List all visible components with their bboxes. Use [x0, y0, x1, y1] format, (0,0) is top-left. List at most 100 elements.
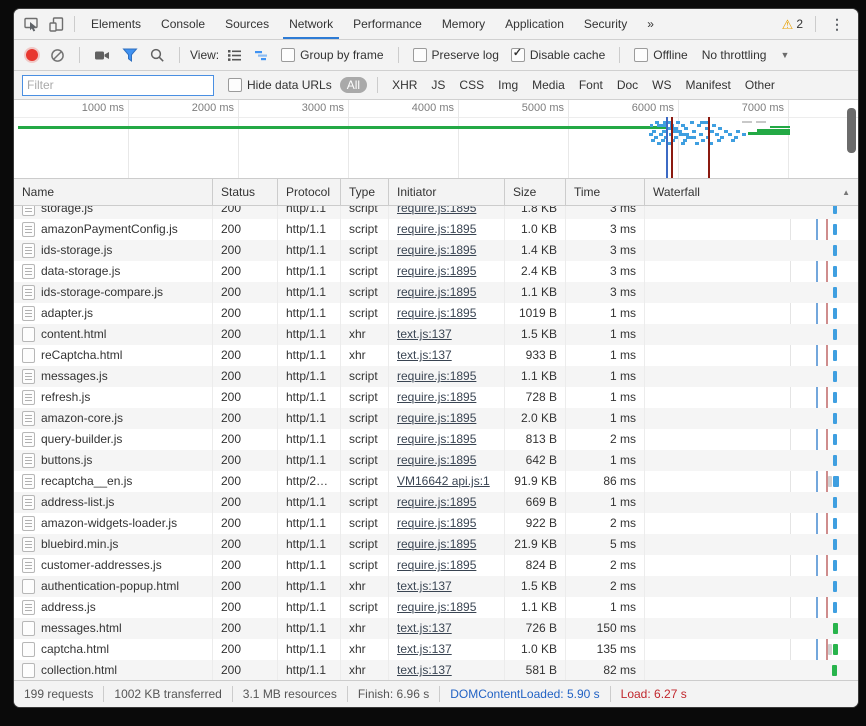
request-initiator-link[interactable]: text.js:137	[397, 579, 452, 593]
request-initiator-link[interactable]: require.js:1895	[397, 243, 476, 257]
column-header-protocol[interactable]: Protocol	[278, 179, 341, 205]
screenshot-camera-icon[interactable]	[90, 43, 114, 67]
inspect-element-icon[interactable]	[20, 13, 44, 35]
request-row[interactable]: messages.html 200 http/1.1 xhr text.js:1…	[14, 618, 858, 639]
tab-sources[interactable]: Sources	[215, 9, 279, 39]
filter-type-js[interactable]: JS	[431, 78, 445, 92]
request-waterfall	[645, 534, 858, 555]
request-row[interactable]: ids-storage.js 200 http/1.1 script requi…	[14, 240, 858, 261]
request-status: 200	[213, 387, 278, 408]
request-rows: storage.js 200 http/1.1 script require.j…	[14, 206, 858, 680]
request-row[interactable]: data-storage.js 200 http/1.1 script requ…	[14, 261, 858, 282]
tab-application[interactable]: Application	[495, 9, 574, 39]
column-header-waterfall[interactable]: Waterfall ▲	[645, 179, 858, 205]
request-row[interactable]: recaptcha__en.js 200 http/2… script VM16…	[14, 471, 858, 492]
request-initiator-link[interactable]: require.js:1895	[397, 411, 476, 425]
offline-checkbox[interactable]: Offline	[630, 48, 691, 62]
request-initiator-link[interactable]: text.js:137	[397, 327, 452, 341]
tab-elements[interactable]: Elements	[81, 9, 151, 39]
request-row[interactable]: address-list.js 200 http/1.1 script requ…	[14, 492, 858, 513]
request-row[interactable]: address.js 200 http/1.1 script require.j…	[14, 597, 858, 618]
request-initiator-link[interactable]: require.js:1895	[397, 516, 476, 530]
filter-type-all[interactable]: All	[340, 77, 367, 93]
request-initiator-link[interactable]: VM16642 api.js:1	[397, 474, 490, 488]
column-header-name[interactable]: Name	[14, 179, 213, 205]
filter-type-doc[interactable]: Doc	[617, 78, 638, 92]
filter-type-font[interactable]: Font	[579, 78, 603, 92]
request-row[interactable]: amazon-widgets-loader.js 200 http/1.1 sc…	[14, 513, 858, 534]
clear-button[interactable]	[46, 43, 69, 67]
filter-type-media[interactable]: Media	[532, 78, 565, 92]
request-initiator-link[interactable]: require.js:1895	[397, 206, 476, 215]
request-row[interactable]: amazonPaymentConfig.js 200 http/1.1 scri…	[14, 219, 858, 240]
request-initiator-link[interactable]: require.js:1895	[397, 369, 476, 383]
request-initiator-link[interactable]: require.js:1895	[397, 306, 476, 320]
request-status: 200	[213, 576, 278, 597]
request-initiator-link[interactable]: require.js:1895	[397, 600, 476, 614]
request-row[interactable]: reCaptcha.html 200 http/1.1 xhr text.js:…	[14, 345, 858, 366]
column-header-size[interactable]: Size	[505, 179, 566, 205]
preserve-log-checkbox[interactable]: Preserve log	[409, 48, 503, 62]
request-row[interactable]: messages.js 200 http/1.1 script require.…	[14, 366, 858, 387]
request-row[interactable]: content.html 200 http/1.1 xhr text.js:13…	[14, 324, 858, 345]
tab-console[interactable]: Console	[151, 9, 215, 39]
tab-memory[interactable]: Memory	[432, 9, 495, 39]
request-initiator-link[interactable]: text.js:137	[397, 348, 452, 362]
filter-type-xhr[interactable]: XHR	[392, 78, 417, 92]
request-initiator-link[interactable]: require.js:1895	[397, 537, 476, 551]
network-overview-timeline[interactable]: 1000 ms2000 ms3000 ms4000 ms5000 ms6000 …	[14, 100, 858, 179]
column-header-type[interactable]: Type	[341, 179, 389, 205]
large-rows-toggle-icon[interactable]	[223, 43, 246, 67]
request-initiator-link[interactable]: require.js:1895	[397, 495, 476, 509]
filter-type-css[interactable]: CSS	[459, 78, 484, 92]
kebab-menu-icon[interactable]: ⋮	[822, 16, 852, 33]
column-header-status[interactable]: Status	[213, 179, 278, 205]
request-initiator-link[interactable]: require.js:1895	[397, 222, 476, 236]
file-icon	[22, 642, 35, 657]
scrollbar-thumb[interactable]	[847, 108, 856, 153]
request-initiator-link[interactable]: text.js:137	[397, 642, 452, 656]
request-initiator-link[interactable]: require.js:1895	[397, 432, 476, 446]
filter-type-ws[interactable]: WS	[652, 78, 671, 92]
request-row[interactable]: ids-storage-compare.js 200 http/1.1 scri…	[14, 282, 858, 303]
column-header-time[interactable]: Time	[566, 179, 645, 205]
request-row[interactable]: storage.js 200 http/1.1 script require.j…	[14, 206, 858, 219]
request-time: 5 ms	[566, 534, 645, 555]
column-header-initiator[interactable]: Initiator	[389, 179, 505, 205]
filter-input[interactable]	[22, 75, 214, 96]
more-tabs-chevron[interactable]: »	[637, 9, 664, 39]
request-initiator-link[interactable]: require.js:1895	[397, 558, 476, 572]
disable-cache-checkbox[interactable]: Disable cache	[507, 48, 609, 62]
overview-toggle-icon[interactable]	[250, 43, 273, 67]
request-row[interactable]: customer-addresses.js 200 http/1.1 scrip…	[14, 555, 858, 576]
request-row[interactable]: bluebird.min.js 200 http/1.1 script requ…	[14, 534, 858, 555]
request-row[interactable]: query-builder.js 200 http/1.1 script req…	[14, 429, 858, 450]
record-button[interactable]	[22, 43, 42, 67]
request-row[interactable]: authentication-popup.html 200 http/1.1 x…	[14, 576, 858, 597]
throttling-dropdown[interactable]: No throttling ▼	[696, 48, 796, 62]
filter-type-other[interactable]: Other	[745, 78, 775, 92]
device-toolbar-icon[interactable]	[44, 13, 68, 35]
group-by-frame-checkbox[interactable]: Group by frame	[277, 48, 387, 62]
request-initiator-link[interactable]: require.js:1895	[397, 453, 476, 467]
filter-type-manifest[interactable]: Manifest	[686, 78, 731, 92]
request-initiator-link[interactable]: text.js:137	[397, 621, 452, 635]
request-initiator-link[interactable]: text.js:137	[397, 663, 452, 677]
request-row[interactable]: refresh.js 200 http/1.1 script require.j…	[14, 387, 858, 408]
request-initiator-link[interactable]: require.js:1895	[397, 264, 476, 278]
filter-funnel-icon[interactable]	[118, 43, 142, 67]
request-row[interactable]: captcha.html 200 http/1.1 xhr text.js:13…	[14, 639, 858, 660]
request-row[interactable]: collection.html 200 http/1.1 xhr text.js…	[14, 660, 858, 680]
hide-data-urls-checkbox[interactable]: Hide data URLs	[224, 78, 336, 92]
search-icon[interactable]	[146, 43, 169, 67]
request-row[interactable]: adapter.js 200 http/1.1 script require.j…	[14, 303, 858, 324]
filter-type-img[interactable]: Img	[498, 78, 518, 92]
tab-security[interactable]: Security	[574, 9, 637, 39]
request-row[interactable]: amazon-core.js 200 http/1.1 script requi…	[14, 408, 858, 429]
request-initiator-link[interactable]: require.js:1895	[397, 390, 476, 404]
request-initiator-link[interactable]: require.js:1895	[397, 285, 476, 299]
request-row[interactable]: buttons.js 200 http/1.1 script require.j…	[14, 450, 858, 471]
console-warning-badge[interactable]: ⚠ 2	[776, 17, 809, 31]
tab-performance[interactable]: Performance	[343, 9, 432, 39]
tab-network[interactable]: Network	[279, 9, 343, 39]
